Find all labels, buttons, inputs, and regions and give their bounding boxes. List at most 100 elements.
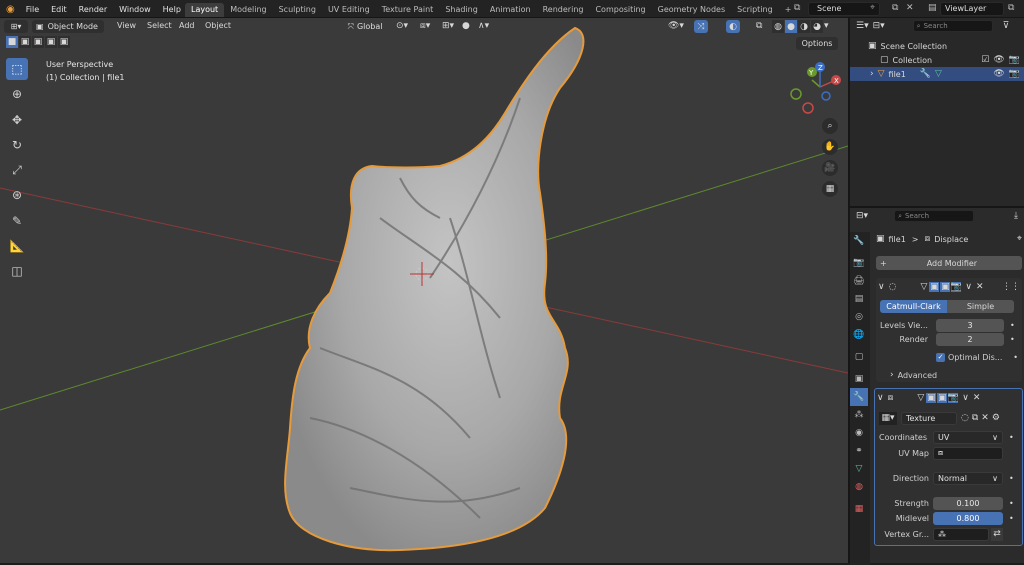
tab-geometry-nodes[interactable]: Geometry Nodes (652, 3, 731, 17)
display-mode-icon[interactable]: ⊟▾ (873, 21, 885, 31)
menu-file[interactable]: File (20, 5, 45, 14)
cage-icon[interactable]: ▣ (929, 282, 940, 292)
animate-dot-icon[interactable]: • (1009, 499, 1014, 508)
pivot-icon[interactable]: ⊙▾ (396, 21, 408, 31)
select-invert-icon[interactable]: ▣ (45, 36, 57, 48)
scene-tab-icon[interactable]: ◎ (850, 308, 868, 326)
drag-handle-icon[interactable]: ⋮⋮ (1002, 282, 1020, 292)
3d-viewport[interactable]: X Y Z ⊞▾ ▣ Object Mode View Select Add O… (0, 18, 848, 563)
render-icon[interactable]: 📷 (948, 393, 959, 403)
pin-icon[interactable]: ⌖ (870, 3, 875, 13)
outliner-item-collection[interactable]: ▢ Collection ☑ 👁 📷 (850, 53, 1024, 67)
menu-select[interactable]: Select (147, 21, 172, 30)
texture-checker-icon[interactable]: ▦▾ (879, 411, 897, 425)
render-icon[interactable]: 📷 (951, 282, 962, 292)
animate-dot-icon[interactable]: • (1010, 321, 1015, 330)
view-layer-tab-icon[interactable]: ▤ (850, 290, 868, 308)
camera-icon[interactable]: 📷 (1009, 55, 1020, 65)
tab-compositing[interactable]: Compositing (589, 3, 651, 17)
optimal-display-checkbox[interactable]: ✓ (936, 352, 945, 362)
cage-icon[interactable]: ▣ (926, 393, 937, 403)
tab-uv-editing[interactable]: UV Editing (322, 3, 376, 17)
constraints-tab-icon[interactable]: ⚭ (850, 442, 868, 460)
dropdown-icon[interactable]: ∨ (965, 282, 972, 292)
filter-icon[interactable]: ⊽ (1003, 21, 1010, 31)
annotate-tool-icon[interactable]: ✎ (6, 210, 28, 232)
copy-view-layer-icon[interactable]: ⧉ (1008, 3, 1014, 13)
camera-view-icon[interactable]: 🎥 (822, 160, 838, 176)
select-box-tool-icon[interactable]: ⬚ (6, 58, 28, 80)
object-tab-icon[interactable]: ▣ (850, 370, 868, 388)
falloff-icon[interactable]: ∧▾ (478, 21, 489, 31)
tab-animation[interactable]: Animation (484, 3, 537, 17)
texture-field[interactable]: Texture (901, 411, 957, 425)
overlay-toggle-icon[interactable]: ◐ (726, 20, 740, 33)
direction-select[interactable]: Normal ∨ (933, 471, 1003, 485)
physics-tab-icon[interactable]: ◉ (850, 424, 868, 442)
menu-help[interactable]: Help (157, 5, 187, 14)
collection-tab-icon[interactable]: ▢ (850, 348, 868, 366)
pin-icon[interactable]: ⌖ (1017, 234, 1022, 244)
select-subtract-icon[interactable]: ▣ (32, 36, 44, 48)
realtime-icon[interactable]: ▣ (937, 393, 948, 403)
move-tool-icon[interactable]: ✥ (6, 109, 28, 131)
gizmo-toggle-icon[interactable]: ⤨ (694, 20, 708, 33)
midlevel-field[interactable]: 0.800 (933, 511, 1003, 525)
tab-scripting[interactable]: Scripting (731, 3, 779, 17)
material-tab-icon[interactable]: ◍ (850, 478, 868, 496)
mode-select[interactable]: ▣ Object Mode (32, 20, 104, 33)
eye-icon[interactable]: 👁 (993, 55, 1004, 65)
material-shading-icon[interactable]: ◑ (798, 20, 810, 33)
world-tab-icon[interactable]: 🌐 (850, 326, 868, 344)
dropdown-icon[interactable]: ∨ (962, 393, 969, 403)
tab-modeling[interactable]: Modeling (224, 3, 272, 17)
render-levels-field[interactable]: 2 (936, 332, 1004, 346)
expand-icon[interactable]: › (870, 69, 874, 79)
animate-dot-icon[interactable]: • (1010, 335, 1015, 344)
snap-icon[interactable]: ⧈▾ (420, 21, 430, 31)
modifier-tab-icon[interactable]: 🔧 (850, 388, 868, 406)
animate-dot-icon[interactable]: • (1009, 474, 1014, 483)
invert-icon[interactable]: ⇄ (991, 527, 1003, 541)
proportional-edit-icon[interactable]: ● (462, 21, 470, 31)
texture-tab-icon[interactable]: ▦ (850, 500, 868, 518)
output-tab-icon[interactable]: 🖨 (850, 272, 868, 290)
editor-type-button[interactable]: ⊞▾ (4, 20, 28, 33)
solid-shading-icon[interactable]: ● (785, 20, 797, 33)
levels-field[interactable]: 3 (936, 318, 1004, 332)
tool-tab-icon[interactable]: 🔧 (850, 232, 868, 250)
perspective-grid-icon[interactable]: ▦ (822, 181, 838, 197)
outliner-item-scene-collection[interactable]: ▣ Scene Collection (850, 39, 1024, 53)
realtime-icon[interactable]: ▣ (940, 282, 951, 292)
shading-options-icon[interactable]: ▾ (824, 21, 829, 31)
tab-layout[interactable]: Layout (185, 2, 225, 17)
data-tab-icon[interactable]: ▽ (850, 460, 868, 478)
collapse-icon[interactable]: ⤓ (1014, 211, 1018, 221)
select-intersect-icon[interactable]: ▣ (58, 36, 70, 48)
edit-mode-icon[interactable]: ▽ (917, 393, 924, 403)
collapse-chevron-icon[interactable]: ∨ (877, 393, 884, 403)
pan-hand-icon[interactable]: ✋ (822, 139, 838, 155)
outliner-search-input[interactable]: ⌕ Search (912, 20, 993, 32)
eye-icon[interactable]: 👁 (993, 69, 1004, 79)
menu-view[interactable]: View (117, 21, 136, 30)
visibility-icon[interactable]: 👁▾ (668, 21, 684, 31)
tab-rendering[interactable]: Rendering (537, 3, 590, 17)
remove-modifier-icon[interactable]: ✕ (976, 282, 984, 292)
duplicate-icon[interactable]: ⧉ (972, 413, 978, 423)
scale-tool-icon[interactable]: ⤢ (6, 159, 28, 181)
advanced-subpanel[interactable]: › Advanced (890, 368, 1010, 382)
menu-edit[interactable]: Edit (45, 5, 73, 14)
outliner-item-file1[interactable]: › ▽ file1 🔧 ▽ 👁 📷 (850, 67, 1024, 81)
animate-dot-icon[interactable]: • (1009, 433, 1014, 442)
select-new-icon[interactable]: ■ (6, 36, 18, 48)
zoom-icon[interactable]: ⌕ (822, 118, 838, 134)
rotate-tool-icon[interactable]: ↻ (6, 134, 28, 156)
transform-tool-icon[interactable]: ⊛ (6, 184, 28, 206)
render-tab-icon[interactable]: 📷 (850, 254, 868, 272)
camera-icon[interactable]: 📷 (1009, 69, 1020, 79)
strength-field[interactable]: 0.100 (933, 496, 1003, 510)
edit-mode-icon[interactable]: ▽ (920, 282, 927, 292)
tab-shading[interactable]: Shading (439, 3, 484, 17)
menu-add[interactable]: Add (179, 21, 195, 30)
